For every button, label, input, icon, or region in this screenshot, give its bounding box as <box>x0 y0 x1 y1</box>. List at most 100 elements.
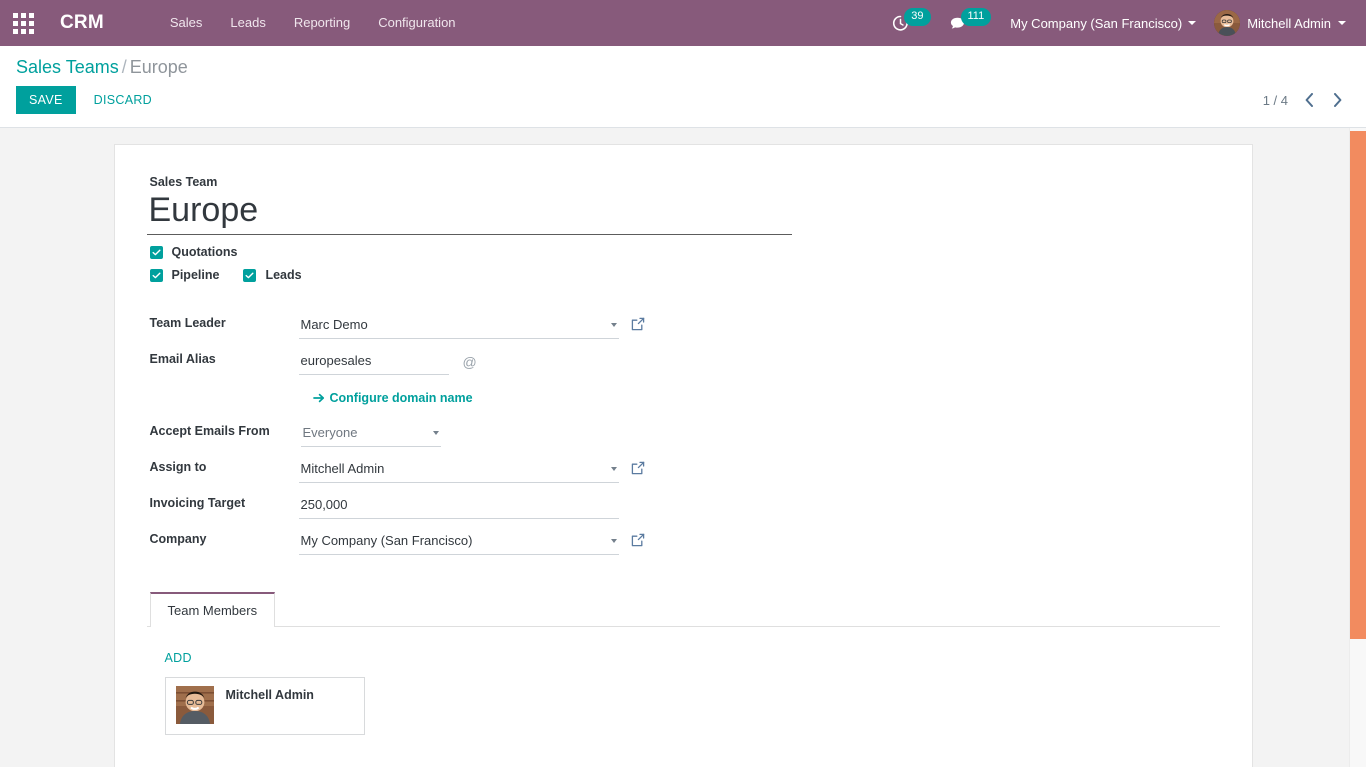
chevron-left-icon <box>1305 93 1313 107</box>
configure-domain-name-button[interactable]: Configure domain name <box>299 385 473 411</box>
dropdown-caret-icon[interactable] <box>610 467 617 472</box>
notebook-page-team-members: ADD Mitchell Admin <box>147 627 1220 755</box>
pipeline-checkbox-label[interactable]: Pipeline <box>172 268 220 282</box>
chevron-down-icon <box>1188 21 1197 25</box>
email-alias-input-wrap[interactable] <box>298 349 449 376</box>
messages-button[interactable]: 111 <box>940 0 1001 46</box>
save-button[interactable]: SAVE <box>16 86 76 114</box>
company-input[interactable] <box>298 532 611 551</box>
activities-button[interactable]: 39 <box>883 0 939 46</box>
field-row-team-leader: Team Leader <box>147 308 645 344</box>
dropdown-caret-icon[interactable] <box>610 323 617 328</box>
team-member-card-list: Mitchell Admin <box>164 677 1220 736</box>
assign-to-input-wrap[interactable] <box>298 457 619 484</box>
team-leader-input-wrap[interactable] <box>298 313 619 340</box>
quotations-checkbox-label[interactable]: Quotations <box>172 245 238 259</box>
menu-item-reporting[interactable]: Reporting <box>280 0 364 46</box>
leads-checkbox-label[interactable]: Leads <box>265 268 301 282</box>
pager-previous-button[interactable] <box>1296 87 1322 113</box>
team-member-avatar <box>175 686 214 725</box>
field-row-email-alias: Email Alias @ <box>147 344 645 380</box>
accept-emails-from-field: Everyone <box>299 421 645 448</box>
form-sheet-background: Sales Team Quotations <box>0 128 1366 767</box>
pager-next-button[interactable] <box>1324 87 1350 113</box>
external-link-icon <box>631 461 644 474</box>
pipeline-checkbox[interactable] <box>149 268 163 282</box>
vertical-scrollbar-track[interactable] <box>1349 128 1366 767</box>
field-row-assign-to: Assign to <box>147 452 645 488</box>
company-open-record-button[interactable] <box>631 533 645 552</box>
dropdown-caret-icon[interactable] <box>432 431 439 436</box>
vertical-scrollbar-thumb[interactable] <box>1350 131 1366 639</box>
invoicing-target-input-wrap[interactable] <box>298 493 619 520</box>
team-leader-open-record-button[interactable] <box>631 317 645 336</box>
apps-menu-button[interactable] <box>0 0 46 46</box>
add-team-member-button[interactable]: ADD <box>165 651 192 665</box>
user-menu-label: Mitchell Admin <box>1247 15 1331 31</box>
invoicing-target-label: Invoicing Target <box>149 496 246 511</box>
configure-domain-spacer <box>147 380 299 416</box>
notebook-tab-list: Team Members <box>146 592 1220 628</box>
control-panel: Sales Teams / Europe SAVE DISCARD 1 / 4 <box>0 46 1366 128</box>
control-panel-actions: SAVE DISCARD 1 / 4 <box>16 86 1350 114</box>
breadcrumb-root-link[interactable]: Sales Teams <box>16 57 119 77</box>
company-switcher-label: My Company (San Francisco) <box>1010 15 1183 31</box>
leads-checkbox-group: Leads <box>243 268 302 282</box>
field-row-configure-domain: Configure domain name <box>147 380 645 416</box>
pager-value: 1 / 4 <box>1262 92 1288 108</box>
leads-checkbox[interactable] <box>243 268 257 282</box>
dropdown-caret-icon[interactable] <box>610 539 617 544</box>
user-avatar <box>1214 10 1241 36</box>
team-leader-label: Team Leader <box>149 316 226 331</box>
quotations-checkbox-row: Quotations <box>147 245 1220 259</box>
team-member-card[interactable]: Mitchell Admin <box>164 677 365 736</box>
accept-emails-from-label: Accept Emails From <box>149 424 270 439</box>
field-row-accept-emails-from: Accept Emails From Everyone <box>147 416 645 452</box>
form-sheet: Sales Team Quotations <box>113 144 1253 767</box>
main-menu: Sales Leads Reporting Configuration <box>156 0 470 46</box>
breadcrumb: Sales Teams / Europe <box>16 54 1350 80</box>
discard-button[interactable]: DISCARD <box>82 86 164 114</box>
company-switcher-button[interactable]: My Company (San Francisco) <box>1000 0 1206 46</box>
apps-grid-icon <box>12 12 34 34</box>
email-alias-input[interactable] <box>298 352 449 371</box>
company-input-wrap[interactable] <box>298 529 619 556</box>
assign-to-label: Assign to <box>149 460 207 475</box>
quotations-checkbox[interactable] <box>149 245 163 259</box>
menu-item-configuration[interactable]: Configuration <box>364 0 469 46</box>
record-pager: 1 / 4 <box>1263 87 1350 113</box>
notebook: Team Members ADD Mitchell Admin <box>146 592 1220 755</box>
team-member-name: Mitchell Admin <box>225 688 314 703</box>
app-brand-title: CRM <box>60 12 104 33</box>
assign-to-open-record-button[interactable] <box>631 461 645 480</box>
chevron-right-icon <box>1333 93 1341 107</box>
breadcrumb-separator: / <box>121 57 127 77</box>
team-leader-input[interactable] <box>298 316 611 335</box>
company-field <box>298 529 645 556</box>
accept-emails-from-select-value[interactable]: Everyone <box>301 424 360 442</box>
sales-team-field-label: Sales Team <box>149 175 218 189</box>
assign-to-field <box>298 457 645 484</box>
invoicing-target-input[interactable] <box>298 496 619 515</box>
quotations-checkbox-group: Quotations <box>149 245 238 259</box>
check-icon <box>152 272 160 278</box>
assign-to-input[interactable] <box>298 460 611 479</box>
team-leader-field <box>298 313 645 340</box>
field-row-company: Company <box>147 524 645 560</box>
team-name-input[interactable] <box>146 191 792 236</box>
chevron-down-icon <box>1338 21 1346 25</box>
email-alias-field: @ <box>298 349 645 376</box>
tab-team-members[interactable]: Team Members <box>149 592 276 628</box>
top-navbar: CRM Sales Leads Reporting Configuration … <box>0 0 1366 46</box>
user-menu-button[interactable]: Mitchell Admin <box>1206 0 1356 46</box>
invoicing-target-field <box>298 493 645 520</box>
external-link-icon <box>631 533 644 546</box>
field-row-invoicing-target: Invoicing Target <box>147 488 645 524</box>
menu-item-leads[interactable]: Leads <box>216 0 279 46</box>
accept-emails-from-select-wrap[interactable]: Everyone <box>300 421 441 448</box>
at-symbol-icon: @ <box>462 354 477 371</box>
company-label: Company <box>149 532 207 547</box>
content-area: Sales Team Quotations <box>0 128 1366 767</box>
menu-item-sales[interactable]: Sales <box>156 0 217 46</box>
breadcrumb-current: Europe <box>129 57 188 77</box>
